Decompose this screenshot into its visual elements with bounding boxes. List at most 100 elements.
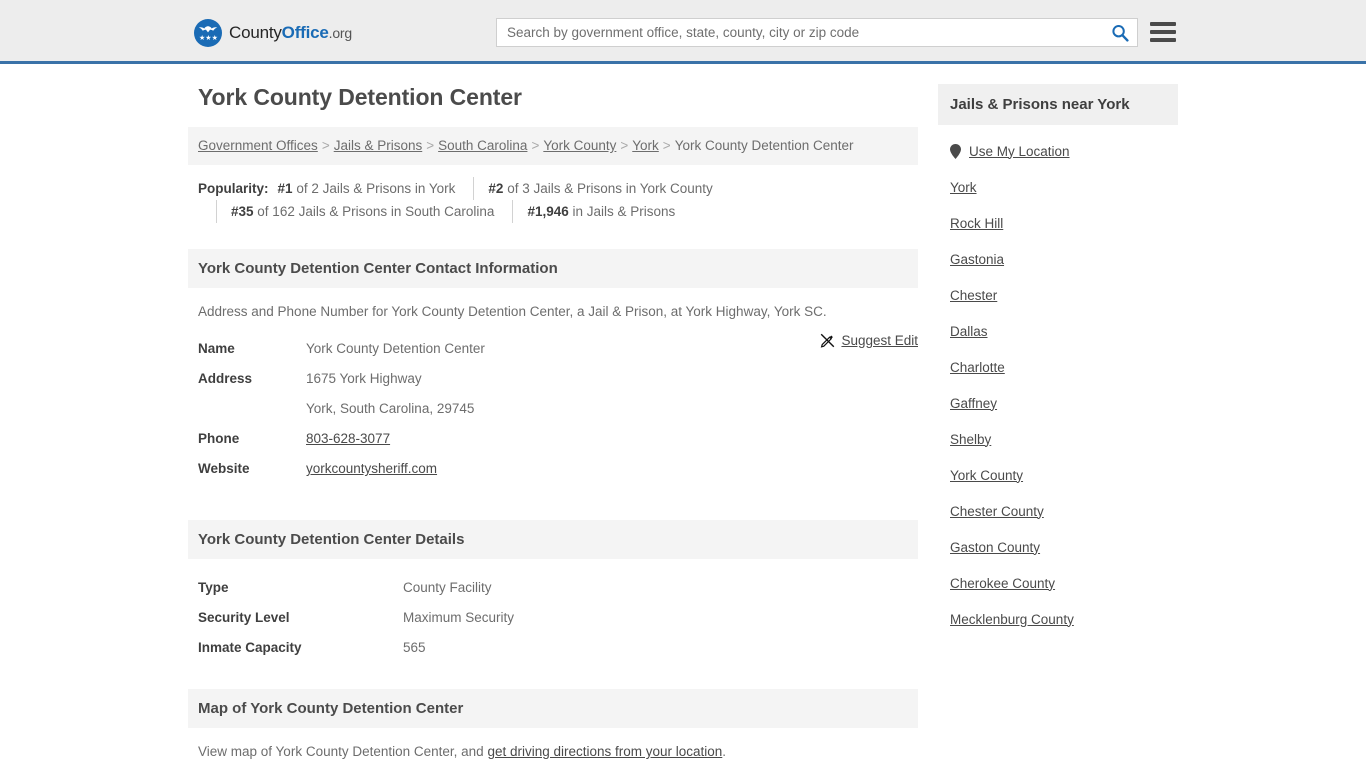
details-value-type: County Facility xyxy=(403,580,492,595)
page-title: York County Detention Center xyxy=(198,84,522,110)
popularity-rank-3: #35 xyxy=(231,204,254,219)
map-section-heading: Map of York County Detention Center xyxy=(188,689,918,728)
breadcrumb-item-south-carolina[interactable]: South Carolina xyxy=(438,138,527,153)
suggest-edit-label: Suggest Edit xyxy=(841,333,918,348)
contact-section-heading: York County Detention Center Contact Inf… xyxy=(188,249,918,288)
contact-label-name: Name xyxy=(198,341,235,356)
popularity-label: Popularity: xyxy=(198,181,269,196)
breadcrumb-item-jails-prisons[interactable]: Jails & Prisons xyxy=(334,138,423,153)
map-text-before: View map of York County Detention Center… xyxy=(198,744,488,759)
logo-wordmark: CountyOffice.org xyxy=(229,23,352,43)
hamburger-bar xyxy=(1150,30,1176,34)
contact-row-phone: Phone 803-628-3077 xyxy=(198,424,908,454)
popularity-rank-1: #1 xyxy=(277,181,293,196)
search-button[interactable] xyxy=(1103,19,1137,46)
popularity-block: Popularity: #1 of 2 Jails & Prisons in Y… xyxy=(188,165,918,233)
breadcrumb-item-government-offices[interactable]: Government Offices xyxy=(198,138,318,153)
site-logo[interactable]: ★ ★ ★ CountyOffice.org xyxy=(194,19,352,47)
sidebar-item-charlotte[interactable]: Charlotte xyxy=(950,349,1178,385)
popularity-row-2: #35 of 162 Jails & Prisons in South Caro… xyxy=(198,200,908,223)
map-section-description: View map of York County Detention Center… xyxy=(188,728,918,762)
sidebar-item-use-my-location[interactable]: Use My Location xyxy=(950,133,1178,169)
sidebar-link[interactable]: Gastonia xyxy=(950,252,1004,267)
popularity-rank-2: #2 xyxy=(488,181,504,196)
sidebar-list: Use My Location York Rock Hill Gastonia … xyxy=(938,125,1178,637)
sidebar-item-york-county[interactable]: York County xyxy=(950,457,1178,493)
contact-row-website: Website yorkcountysheriff.com xyxy=(198,454,908,484)
sidebar-link[interactable]: Mecklenburg County xyxy=(950,612,1074,627)
breadcrumb-item-york-county[interactable]: York County xyxy=(543,138,616,153)
details-label-security-level: Security Level xyxy=(198,610,290,625)
hamburger-menu-icon[interactable] xyxy=(1150,20,1176,44)
sidebar-link[interactable]: York xyxy=(950,180,977,195)
sidebar-link[interactable]: Shelby xyxy=(950,432,991,447)
popularity-text-4: in Jails & Prisons xyxy=(572,204,676,219)
sidebar: Jails & Prisons near York Use My Locatio… xyxy=(938,84,1178,637)
logo-text-tld: .org xyxy=(328,25,353,41)
sidebar-item-chester[interactable]: Chester xyxy=(950,277,1178,313)
sidebar-heading: Jails & Prisons near York xyxy=(938,84,1178,125)
stars-glyph: ★ ★ ★ xyxy=(199,35,218,42)
contact-value-address-line2: York, South Carolina, 29745 xyxy=(306,401,475,416)
use-my-location-link[interactable]: Use My Location xyxy=(969,144,1070,159)
sidebar-link[interactable]: Rock Hill xyxy=(950,216,1003,231)
eagle-glyph xyxy=(198,25,218,32)
popularity-item-1: #1 of 2 Jails & Prisons in York xyxy=(278,177,470,200)
sidebar-item-shelby[interactable]: Shelby xyxy=(950,421,1178,457)
details-label-inmate-capacity: Inmate Capacity xyxy=(198,640,302,655)
search-bar[interactable] xyxy=(496,18,1138,47)
contact-row-address-line2: York, South Carolina, 29745 xyxy=(198,394,908,424)
search-input[interactable] xyxy=(497,19,1103,46)
sidebar-link[interactable]: Gaffney xyxy=(950,396,997,411)
suggest-edit-button[interactable]: Suggest Edit xyxy=(820,333,918,348)
phone-link[interactable]: 803-628-3077 xyxy=(306,431,390,446)
sidebar-item-gastonia[interactable]: Gastonia xyxy=(950,241,1178,277)
popularity-text-1: of 2 Jails & Prisons in York xyxy=(296,181,456,196)
sidebar-link[interactable]: Gaston County xyxy=(950,540,1040,555)
sidebar-link[interactable]: Cherokee County xyxy=(950,576,1055,591)
sidebar-item-gaffney[interactable]: Gaffney xyxy=(950,385,1178,421)
sidebar-item-chester-county[interactable]: Chester County xyxy=(950,493,1178,529)
details-row-security-level: Security Level Maximum Security xyxy=(198,603,908,633)
facility-details-table: Type County Facility Security Level Maxi… xyxy=(188,559,918,663)
breadcrumb-separator: > xyxy=(620,138,629,153)
details-value-security-level: Maximum Security xyxy=(403,610,515,625)
driving-directions-link[interactable]: get driving directions from your locatio… xyxy=(487,744,722,759)
sidebar-item-dallas[interactable]: Dallas xyxy=(950,313,1178,349)
breadcrumb-item-york[interactable]: York xyxy=(632,138,659,153)
logo-text-office: Office xyxy=(281,23,329,42)
sidebar-item-cherokee-county[interactable]: Cherokee County xyxy=(950,565,1178,601)
search-icon xyxy=(1112,24,1129,42)
hamburger-bar xyxy=(1150,22,1176,26)
breadcrumb-separator: > xyxy=(531,138,540,153)
contact-row-name: Name York County Detention Center xyxy=(198,334,908,364)
sidebar-link[interactable]: York County xyxy=(950,468,1023,483)
sidebar-item-york[interactable]: York xyxy=(950,169,1178,205)
popularity-row-1: Popularity: #1 of 2 Jails & Prisons in Y… xyxy=(198,177,908,200)
page-body: York County Detention Center Government … xyxy=(0,64,1366,762)
sidebar-link[interactable]: Dallas xyxy=(950,324,988,339)
map-text-after: . xyxy=(722,744,727,759)
sidebar-link[interactable]: Chester County xyxy=(950,504,1044,519)
site-header: ★ ★ ★ CountyOffice.org xyxy=(0,0,1366,64)
contact-row-address: Address 1675 York Highway xyxy=(198,364,908,394)
edit-pencil-slash-icon xyxy=(821,333,835,348)
breadcrumb-separator: > xyxy=(321,138,330,153)
sidebar-item-rock-hill[interactable]: Rock Hill xyxy=(950,205,1178,241)
sidebar-item-gaston-county[interactable]: Gaston County xyxy=(950,529,1178,565)
breadcrumb: Government Offices > Jails & Prisons > South… xyxy=(188,127,918,165)
sidebar-item-mecklenburg-county[interactable]: Mecklenburg County xyxy=(950,601,1178,637)
website-link[interactable]: yorkcountysheriff.com xyxy=(306,461,437,476)
popularity-item-3: #35 of 162 Jails & Prisons in South Caro… xyxy=(216,200,508,223)
contact-label-website: Website xyxy=(198,461,250,476)
sidebar-link[interactable]: Charlotte xyxy=(950,360,1005,375)
contact-details-table: Suggest Edit Name York County Detention … xyxy=(188,330,918,484)
main-column: York County Detention Center Government … xyxy=(188,84,918,762)
sidebar-link[interactable]: Chester xyxy=(950,288,997,303)
hamburger-bar xyxy=(1150,38,1176,42)
popularity-item-4: #1,946 in Jails & Prisons xyxy=(512,200,689,223)
contact-section-description: Address and Phone Number for York County… xyxy=(198,304,827,319)
popularity-item-2: #2 of 3 Jails & Prisons in York County xyxy=(473,177,726,200)
breadcrumb-item-current: York County Detention Center xyxy=(674,138,854,153)
details-row-inmate-capacity: Inmate Capacity 565 xyxy=(198,633,908,663)
